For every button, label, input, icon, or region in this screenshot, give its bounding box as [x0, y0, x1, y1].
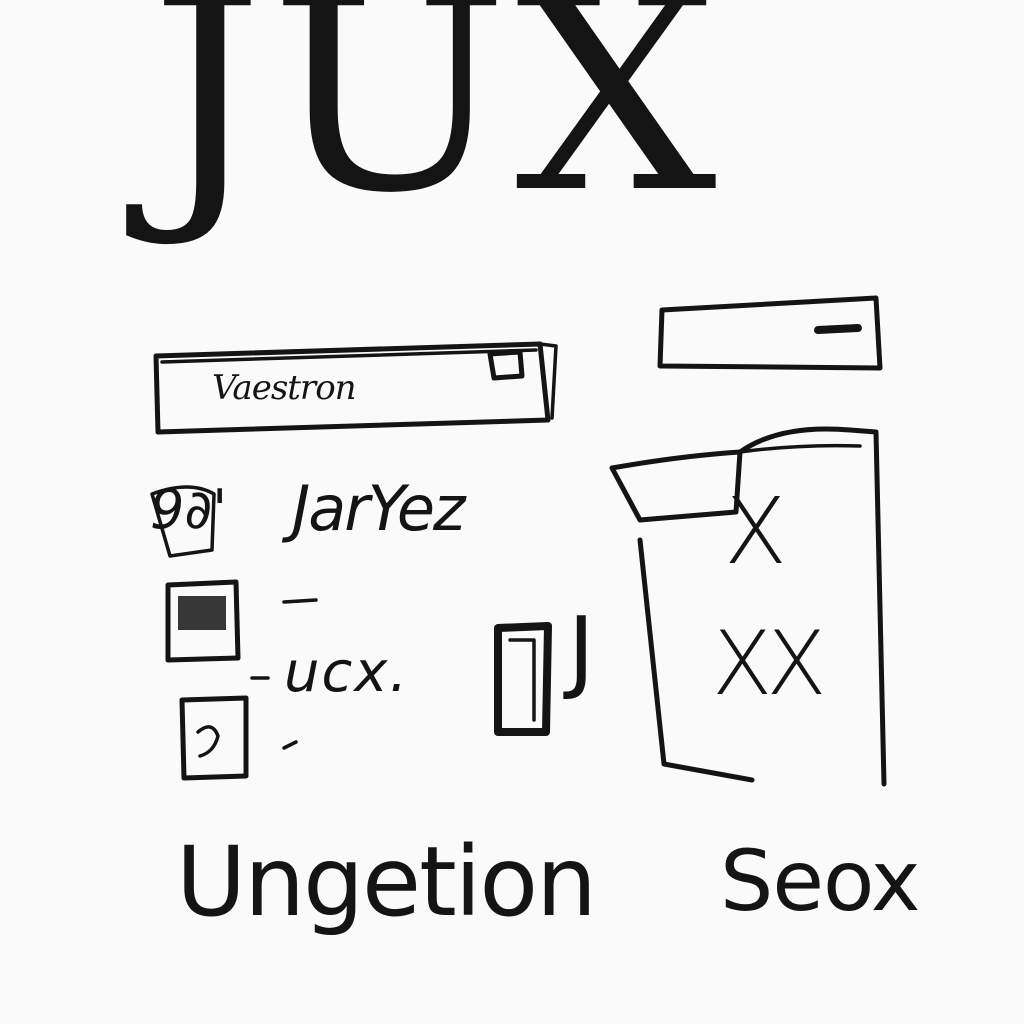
app-title: JUX — [150, 0, 724, 252]
panel-entry[interactable]: XX — [712, 612, 827, 715]
panel-entry[interactable]: X — [724, 478, 787, 585]
list-item-label[interactable]: ucx. — [284, 640, 409, 705]
list-mark-glyph: 9∂' — [150, 478, 228, 541]
text-field-value[interactable]: Vaestron — [212, 368, 357, 408]
j-glyph: J — [568, 598, 595, 703]
footer-left-label[interactable]: Ungetion — [176, 826, 597, 938]
footer-right-label[interactable]: Seox — [720, 832, 921, 930]
list-item-label[interactable]: JarYez — [292, 472, 466, 545]
top-right-box-frame — [657, 295, 883, 371]
